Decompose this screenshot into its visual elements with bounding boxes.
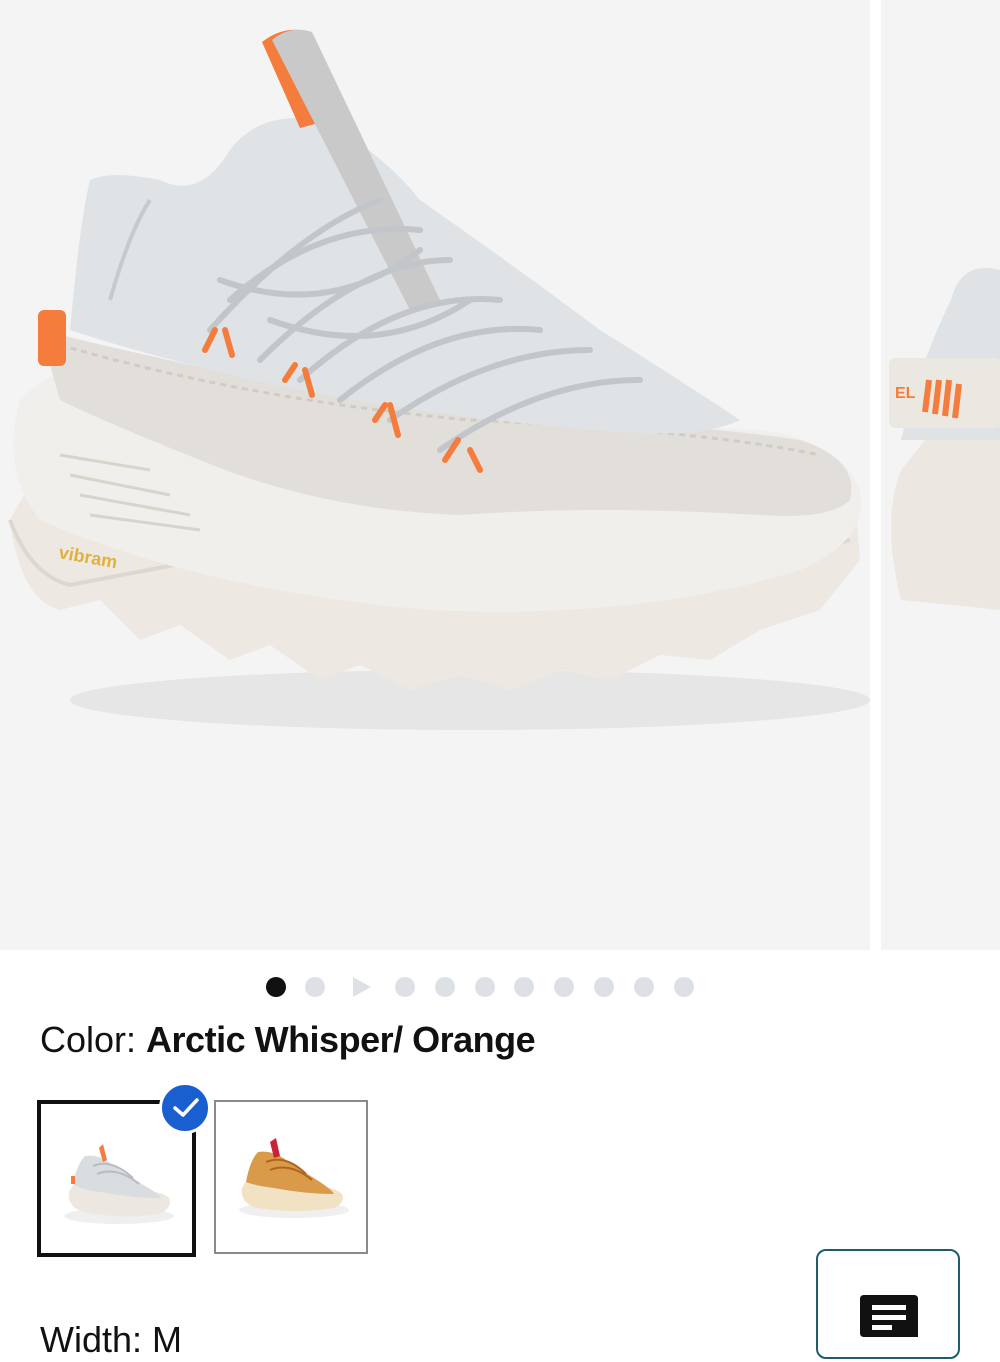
carousel-dot-2[interactable] [305,977,325,997]
carousel-dot-9[interactable] [594,977,614,997]
carousel-dot-10[interactable] [634,977,654,997]
carousel-pagination [0,974,1000,1000]
carousel-dot-11[interactable] [674,977,694,997]
sneaker-image-next: EL [889,268,1000,610]
carousel-dot-7[interactable] [514,977,534,997]
play-icon[interactable] [353,977,371,997]
carousel-dot-1[interactable] [266,977,286,997]
chat-icon [860,1295,918,1337]
color-heading: Color: Arctic Whisper/ Orange [40,1018,536,1062]
carousel-dot-8[interactable] [554,977,574,997]
checkmark-icon [173,1098,199,1117]
carousel-dot-5[interactable] [435,977,455,997]
selected-check-badge [159,1082,211,1134]
color-swatch-tan-red[interactable] [214,1100,368,1254]
svg-text:EL: EL [895,385,916,402]
carousel-dot-6[interactable] [475,977,495,997]
sneaker-image: vibram [8,29,870,730]
product-image-gallery[interactable]: vibram EL [0,0,1000,950]
chat-button[interactable] [816,1249,960,1359]
carousel-dot-4[interactable] [395,977,415,997]
color-label: Color: [40,1019,137,1060]
swatch-thumbnail [239,1138,349,1218]
width-label: Width: M [40,1319,183,1360]
color-value: Arctic Whisper/ Orange [146,1019,536,1060]
product-image-next[interactable]: EL [881,0,1000,950]
product-image-main[interactable]: vibram [0,0,870,950]
